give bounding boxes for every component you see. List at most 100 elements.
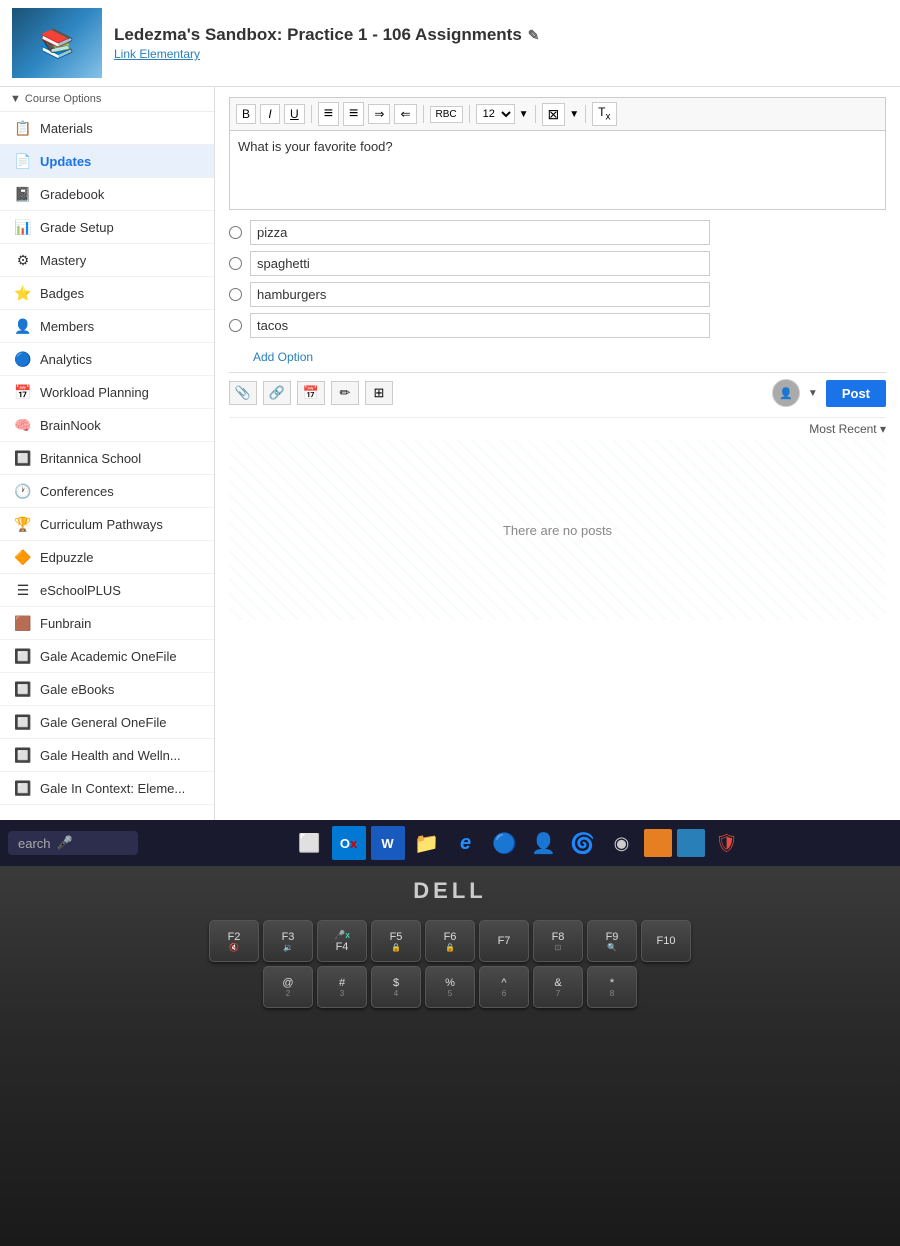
- key-f6[interactable]: F6🔒: [425, 920, 475, 962]
- sidebar-item-analytics[interactable]: 🔵 Analytics: [0, 343, 214, 376]
- sidebar-item-funbrain[interactable]: 🟫 Funbrain: [0, 607, 214, 640]
- sidebar-item-gale-health[interactable]: 🔲 Gale Health and Welln...: [0, 739, 214, 772]
- sidebar-item-brainnook[interactable]: 🧠 BrainNook: [0, 409, 214, 442]
- brainnook-icon: 🧠: [14, 416, 32, 434]
- sidebar-item-britannica[interactable]: 🔲 Britannica School: [0, 442, 214, 475]
- files-icon[interactable]: 📁: [410, 826, 444, 860]
- key-f3[interactable]: F3🔉: [263, 920, 313, 962]
- indent-button[interactable]: ⇒: [368, 104, 390, 124]
- sidebar-item-materials[interactable]: 📋 Materials: [0, 112, 214, 145]
- sidebar-item-grade-setup[interactable]: 📊 Grade Setup: [0, 211, 214, 244]
- italic-button[interactable]: I: [260, 104, 280, 124]
- shield-icon[interactable]: 🛡: [710, 826, 744, 860]
- link-icon[interactable]: 🔗: [263, 381, 291, 405]
- poll-input-2[interactable]: [250, 251, 710, 276]
- sidebar-item-badges[interactable]: ⭐ Badges: [0, 277, 214, 310]
- poll-radio-4[interactable]: [229, 319, 242, 332]
- poll-input-3[interactable]: [250, 282, 710, 307]
- main-content: B I U ≡ ≡ ⇒ ⇐ RBC 12 14 16 ▼ ⊠ ▼: [215, 87, 900, 820]
- post-toolbar-left: 📎 🔗 📅 ✏ ⊞: [229, 381, 772, 405]
- sidebar-item-mastery[interactable]: ⚙ Mastery: [0, 244, 214, 277]
- sidebar-label-materials: Materials: [40, 121, 93, 136]
- word-icon[interactable]: W: [371, 826, 405, 860]
- poll-radio-1[interactable]: [229, 226, 242, 239]
- edit-title-icon[interactable]: ✎: [528, 27, 540, 44]
- spellcheck-button[interactable]: RBC: [430, 106, 463, 123]
- key-dollar[interactable]: $4: [371, 966, 421, 1008]
- sidebar-item-conferences[interactable]: 🕐 Conferences: [0, 475, 214, 508]
- image-insert-button[interactable]: ⊠: [542, 103, 566, 126]
- poll-input-4[interactable]: [250, 313, 710, 338]
- key-at[interactable]: @2: [263, 966, 313, 1008]
- calendar-icon[interactable]: 📅: [297, 381, 325, 405]
- key-caret[interactable]: ^6: [479, 966, 529, 1008]
- sidebar-item-gale-ebooks[interactable]: 🔲 Gale eBooks: [0, 673, 214, 706]
- toggle-icon[interactable]: ◉: [605, 826, 639, 860]
- clear-format-button[interactable]: Tx: [592, 102, 616, 125]
- conferences-icon: 🕐: [14, 482, 32, 500]
- sidebar-item-edpuzzle[interactable]: 🔶 Edpuzzle: [0, 541, 214, 574]
- poll-input-1[interactable]: [250, 220, 710, 245]
- sidebar-label-eschoolplus: eSchoolPLUS: [40, 583, 121, 598]
- ordered-list-button[interactable]: ≡: [343, 102, 364, 126]
- sidebar-label-workload: Workload Planning: [40, 385, 149, 400]
- table-icon[interactable]: ⊞: [365, 381, 393, 405]
- spiral-icon[interactable]: 🌀: [566, 826, 600, 860]
- post-button[interactable]: Post: [826, 380, 886, 407]
- sidebar-item-gradebook[interactable]: 📓 Gradebook: [0, 178, 214, 211]
- key-f7[interactable]: F7: [479, 920, 529, 962]
- course-title: Ledezma's Sandbox: Practice 1 - 106 Assi…: [114, 25, 522, 45]
- school-link[interactable]: Link Elementary: [114, 47, 888, 61]
- key-f4[interactable]: 🎤xF4: [317, 920, 367, 962]
- sidebar-item-gale-academic[interactable]: 🔲 Gale Academic OneFile: [0, 640, 214, 673]
- key-f5[interactable]: F5🔒: [371, 920, 421, 962]
- workload-icon: 📅: [14, 383, 32, 401]
- unordered-list-button[interactable]: ≡: [318, 102, 339, 126]
- chrome-icon[interactable]: 🔵: [488, 826, 522, 860]
- editor-question-text: What is your favorite food?: [238, 139, 393, 154]
- taskbar-search[interactable]: earch 🎤: [8, 831, 138, 855]
- outlook-icon[interactable]: Ox: [332, 826, 366, 860]
- user-avatar-icon[interactable]: 👤: [527, 826, 561, 860]
- sidebar-item-curriculum[interactable]: 🏆 Curriculum Pathways: [0, 508, 214, 541]
- key-asterisk[interactable]: *8: [587, 966, 637, 1008]
- orange-square-icon[interactable]: [644, 829, 672, 857]
- toolbar-sep4: [535, 105, 536, 123]
- pencil-icon[interactable]: ✏: [331, 381, 359, 405]
- most-recent-button[interactable]: Most Recent ▾: [809, 422, 886, 436]
- edge-icon[interactable]: e: [449, 826, 483, 860]
- sidebar-item-workload[interactable]: 📅 Workload Planning: [0, 376, 214, 409]
- sidebar-item-members[interactable]: 👤 Members: [0, 310, 214, 343]
- key-f8[interactable]: F8⊡: [533, 920, 583, 962]
- key-f2[interactable]: F2🔇: [209, 920, 259, 962]
- course-options-header[interactable]: ▼ Course Options: [0, 87, 214, 112]
- laptop-body: DELL F2🔇 F3🔉 🎤xF4 F5🔒 F6🔒 F7 F8⊡ F9🔍 F10…: [0, 866, 900, 1246]
- key-hash[interactable]: #3: [317, 966, 367, 1008]
- poll-radio-2[interactable]: [229, 257, 242, 270]
- blue-square-icon[interactable]: [677, 829, 705, 857]
- poll-radio-3[interactable]: [229, 288, 242, 301]
- add-option-link[interactable]: Add Option: [253, 350, 313, 364]
- sidebar-item-gale-context[interactable]: 🔲 Gale In Context: Eleme...: [0, 772, 214, 805]
- sidebar-item-updates[interactable]: 📄 Updates: [0, 145, 214, 178]
- search-placeholder-text: earch: [18, 836, 51, 851]
- key-ampersand[interactable]: &7: [533, 966, 583, 1008]
- key-percent[interactable]: %5: [425, 966, 475, 1008]
- outdent-button[interactable]: ⇐: [394, 104, 416, 124]
- sidebar-item-gale-general[interactable]: 🔲 Gale General OneFile: [0, 706, 214, 739]
- key-f10[interactable]: F10: [641, 920, 691, 962]
- underline-button[interactable]: U: [284, 104, 305, 124]
- mic-icon[interactable]: 🎤: [57, 835, 73, 851]
- funbrain-icon: 🟫: [14, 614, 32, 632]
- task-view-icon[interactable]: ⬜: [293, 826, 327, 860]
- text-editor[interactable]: What is your favorite food?: [229, 130, 886, 210]
- font-size-select[interactable]: 12 14 16: [476, 104, 515, 124]
- sidebar-label-gale-ebooks: Gale eBooks: [40, 682, 114, 697]
- avatar-dropdown[interactable]: 👤: [772, 379, 800, 407]
- key-f9[interactable]: F9🔍: [587, 920, 637, 962]
- sidebar-item-eschoolplus[interactable]: ☰ eSchoolPLUS: [0, 574, 214, 607]
- sidebar-label-analytics: Analytics: [40, 352, 92, 367]
- attachment-icon[interactable]: 📎: [229, 381, 257, 405]
- bold-button[interactable]: B: [236, 104, 256, 124]
- header-title: Ledezma's Sandbox: Practice 1 - 106 Assi…: [114, 25, 888, 45]
